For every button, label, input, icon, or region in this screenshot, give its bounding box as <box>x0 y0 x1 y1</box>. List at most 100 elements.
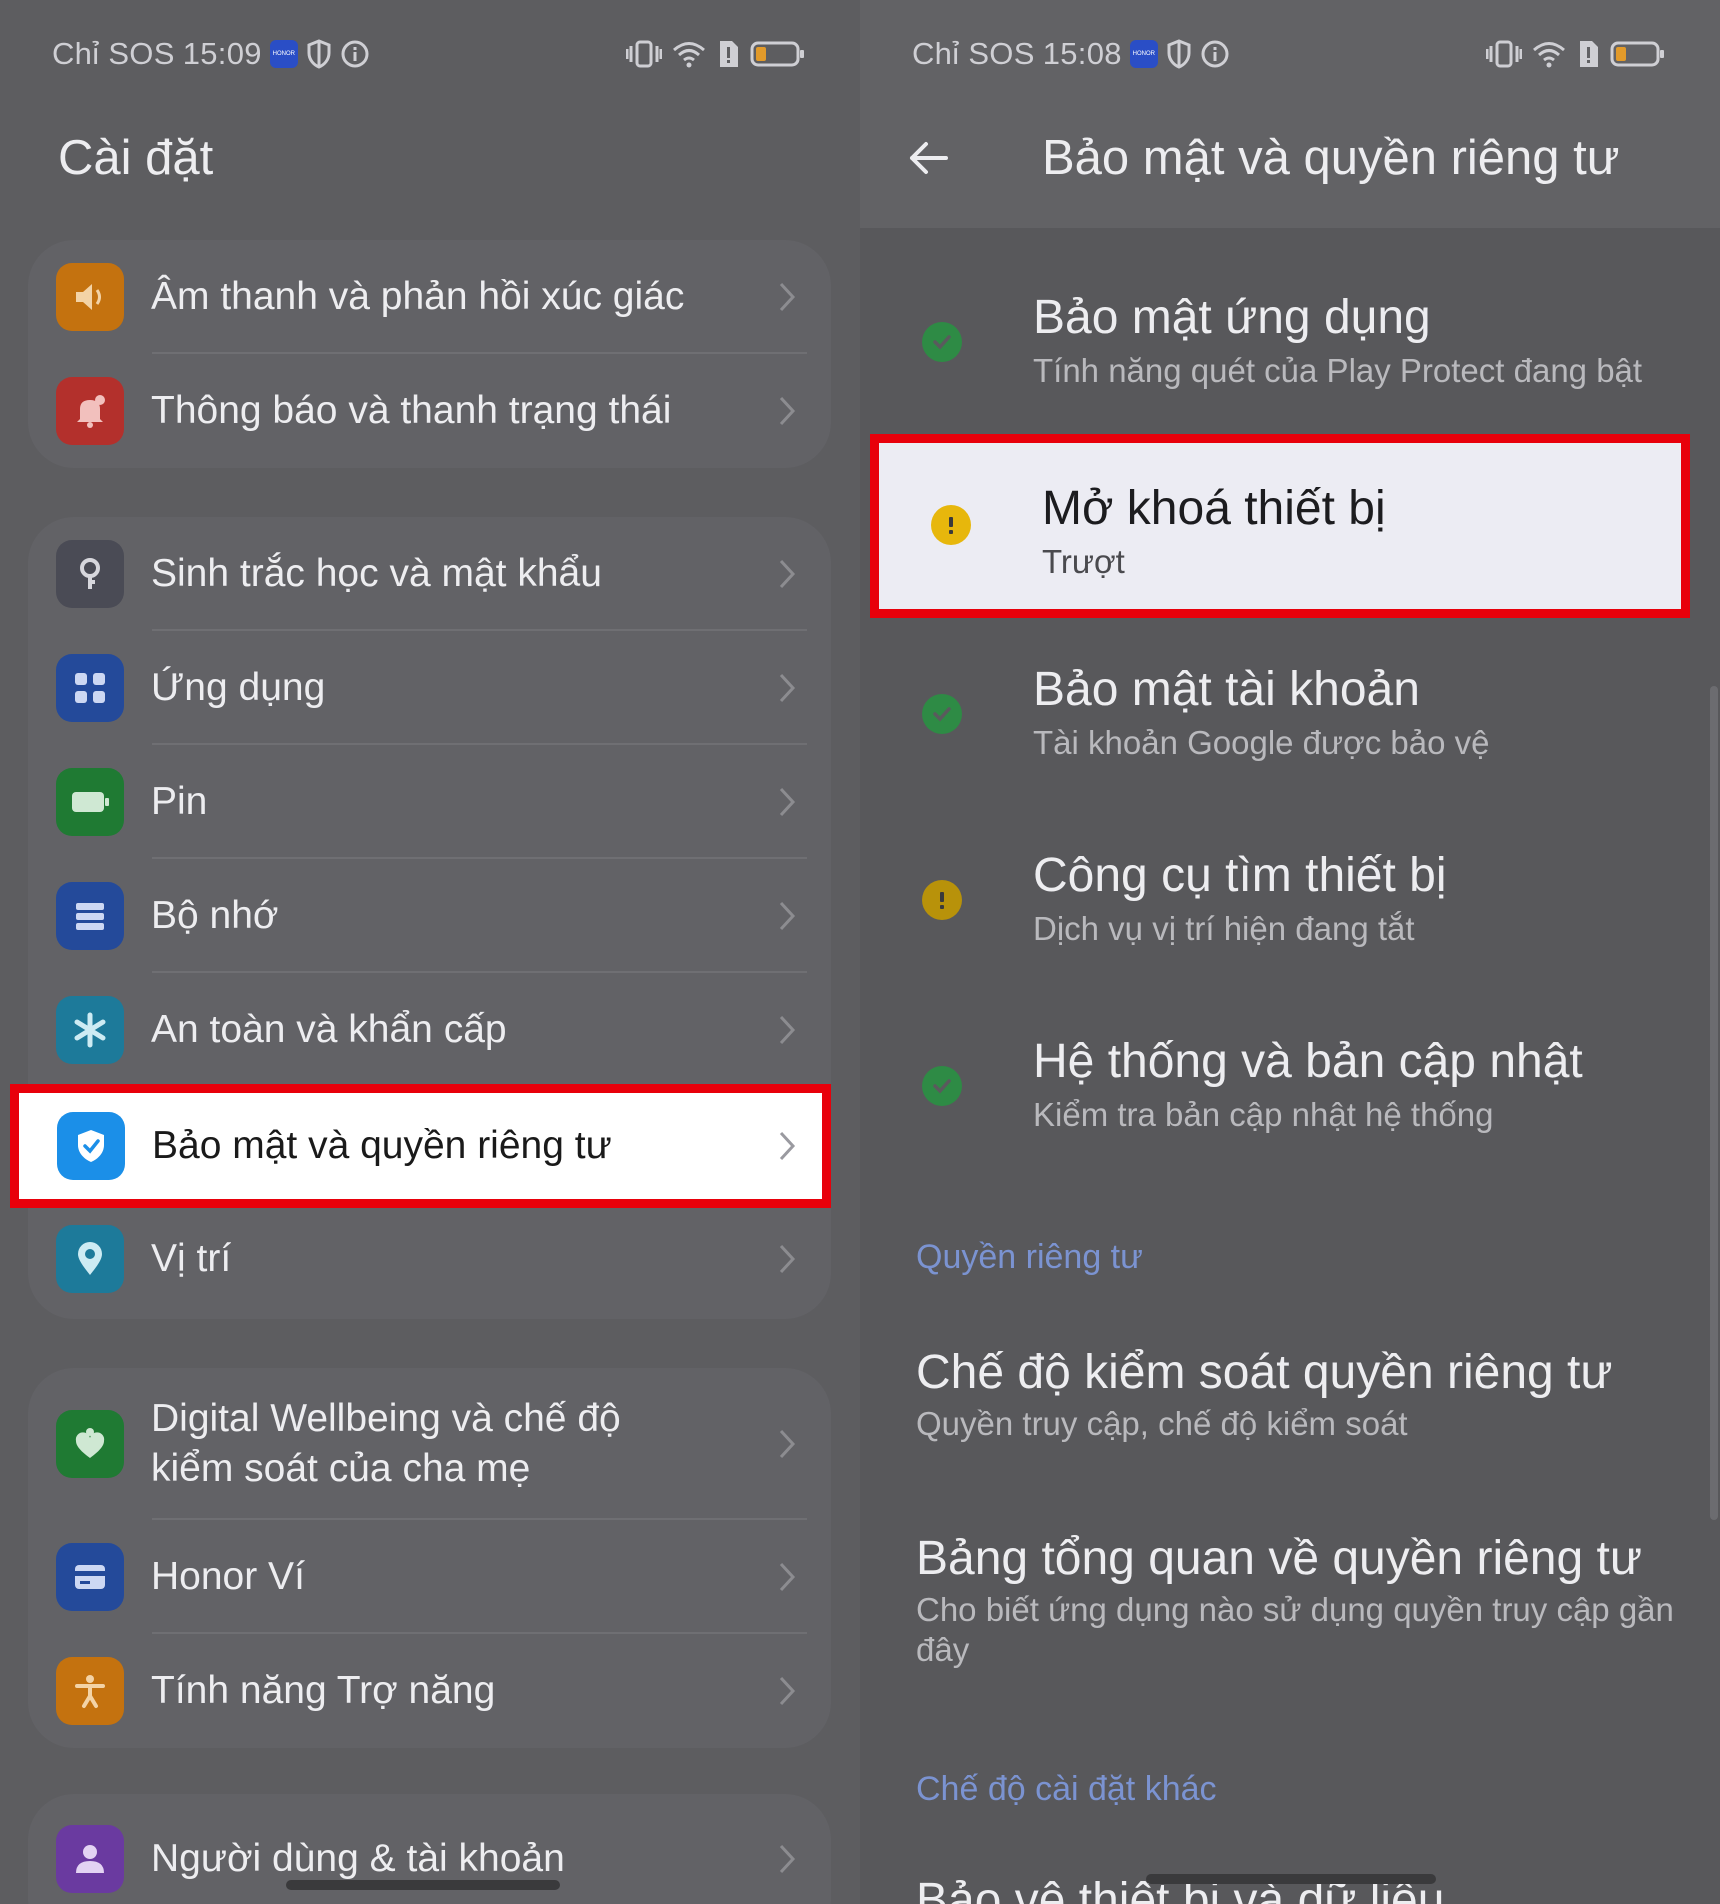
item-title: Bảo mật tài khoản <box>1033 663 1420 716</box>
chevron-right-icon <box>779 1844 796 1874</box>
clock: 15:08 <box>1042 36 1122 71</box>
security-item-account-security[interactable]: Bảo mật tài khoản Tài khoản Google được … <box>860 656 1720 786</box>
privacy-item-controls[interactable]: Chế độ kiểm soát quyền riêng tư Quyền tr… <box>916 1344 1706 1444</box>
shield-status-icon <box>306 39 332 69</box>
wifi-icon <box>672 40 706 68</box>
warning-circle-icon <box>922 880 962 920</box>
settings-item-notifications[interactable]: Thông báo và thanh trạng thái <box>28 354 831 468</box>
settings-item-label: Ứng dụng <box>151 666 326 709</box>
security-item-find-device[interactable]: Công cụ tìm thiết bị Dịch vụ vị trí hiện… <box>860 842 1720 972</box>
highlight-frame: Bảo mật và quyền riêng tư <box>10 1084 831 1208</box>
security-item-app-security[interactable]: Bảo mật ứng dụng Tính năng quét của Play… <box>860 284 1720 414</box>
info-status-icon <box>340 39 370 69</box>
apps-grid-icon <box>56 654 124 722</box>
settings-item-label: An toàn và khẩn cấp <box>151 1008 507 1051</box>
security-privacy-screen: Chỉ SOS 15:08 HONOR Bảo mật và quyền riê… <box>860 0 1720 1904</box>
settings-item-label: Pin <box>151 780 208 823</box>
item-title: Chế độ kiểm soát quyền riêng tư <box>916 1346 1613 1399</box>
settings-item-label: Sinh trắc học và mật khẩu <box>151 552 602 595</box>
bell-icon <box>56 377 124 445</box>
item-subtitle: Tính năng quét của Play Protect đang bật <box>1033 352 1643 389</box>
security-item-device-unlock[interactable]: Mở khoá thiết bị Trượt <box>869 443 1720 609</box>
settings-group-1: Âm thanh và phản hồi xúc giác Thông báo … <box>28 240 831 468</box>
security-item-system-updates[interactable]: Hệ thống và bản cập nhật Kiểm tra bản cậ… <box>860 1028 1720 1158</box>
warning-circle-icon <box>931 505 971 545</box>
chevron-right-icon <box>779 396 796 426</box>
location-pin-icon <box>56 1225 124 1293</box>
home-indicator[interactable] <box>1146 1874 1436 1884</box>
settings-item-digital-wellbeing[interactable]: Digital Wellbeing và chế độ kiểm soát củ… <box>28 1368 831 1520</box>
scrollbar[interactable] <box>1710 686 1718 1520</box>
wallet-icon <box>56 1543 124 1611</box>
chevron-right-icon <box>779 1015 796 1045</box>
accessibility-icon <box>56 1657 124 1725</box>
page-title: Cài đặt <box>58 131 214 185</box>
chevron-right-icon <box>779 282 796 312</box>
settings-item-sound[interactable]: Âm thanh và phản hồi xúc giác <box>28 240 831 354</box>
settings-item-battery[interactable]: Pin <box>28 745 831 859</box>
settings-item-honor-wallet[interactable]: Honor Ví <box>28 1520 831 1634</box>
check-circle-icon <box>922 1066 962 1106</box>
battery-low-icon <box>1610 40 1666 68</box>
sim-alert-icon <box>1576 39 1600 69</box>
back-arrow-icon[interactable] <box>906 136 950 180</box>
asterisk-icon <box>56 996 124 1064</box>
chevron-right-icon <box>779 673 796 703</box>
honor-badge-icon: HONOR <box>269 40 298 68</box>
item-subtitle: Cho biết ứng dụng nào sử dụng quyền truy… <box>916 1591 1674 1668</box>
section-header-privacy: Quyền riêng tư <box>916 1238 1143 1276</box>
status-bar: Chỉ SOS 15:08 HONOR <box>912 32 1672 76</box>
settings-item-label: Âm thanh và phản hồi xúc giác <box>151 275 685 318</box>
carrier-text: Chỉ SOS <box>52 36 175 71</box>
item-subtitle: Dịch vụ vị trí hiện đang tắt <box>1033 910 1415 947</box>
status-bar: Chỉ SOS 15:09 HONOR <box>52 32 812 76</box>
settings-screen: Chỉ SOS 15:09 HONOR Cài đặt Âm thanh và … <box>0 0 860 1904</box>
chevron-right-icon <box>779 787 796 817</box>
item-title: Mở khoá thiết bị <box>1042 482 1386 535</box>
settings-item-label: Tính năng Trợ năng <box>151 1669 496 1712</box>
chevron-right-icon <box>779 901 796 931</box>
chevron-right-icon <box>779 1429 796 1459</box>
item-title: Bảng tổng quan về quyền riêng tư <box>916 1532 1642 1585</box>
settings-item-security-privacy[interactable]: Bảo mật và quyền riêng tư <box>19 1093 822 1199</box>
highlight-frame: Mở khoá thiết bị Trượt <box>870 434 1690 618</box>
vibrate-icon <box>1486 40 1522 68</box>
sim-alert-icon <box>716 39 740 69</box>
storage-icon <box>56 882 124 950</box>
speaker-icon <box>56 263 124 331</box>
settings-item-label: Bộ nhớ <box>151 894 279 937</box>
settings-item-label: Vị trí <box>151 1237 232 1280</box>
clock: 15:09 <box>182 36 262 71</box>
settings-item-accessibility[interactable]: Tính năng Trợ năng <box>28 1634 831 1748</box>
shield-status-icon <box>1166 39 1192 69</box>
settings-item-biometrics[interactable]: Sinh trắc học và mật khẩu <box>28 517 831 631</box>
honor-badge-icon: HONOR <box>1129 40 1158 68</box>
settings-item-apps[interactable]: Ứng dụng <box>28 631 831 745</box>
shield-check-icon <box>57 1112 125 1180</box>
settings-item-label: Bảo mật và quyền riêng tư <box>152 1124 612 1167</box>
settings-item-label: Thông báo và thanh trạng thái <box>151 389 672 432</box>
chevron-right-icon <box>779 1676 796 1706</box>
battery-low-icon <box>750 40 806 68</box>
privacy-item-dashboard[interactable]: Bảng tổng quan về quyền riêng tư Cho biế… <box>916 1530 1706 1670</box>
chevron-right-icon <box>779 1244 796 1274</box>
screenshot-composite: Chỉ SOS 15:09 HONOR Cài đặt Âm thanh và … <box>0 0 1720 1904</box>
heart-person-icon <box>56 1410 124 1478</box>
settings-item-location[interactable]: Vị trí <box>28 1202 831 1316</box>
wifi-icon <box>1532 40 1566 68</box>
settings-item-label: Digital Wellbeing và chế độ kiểm soát củ… <box>151 1397 621 1490</box>
item-subtitle: Quyền truy cập, chế độ kiểm soát <box>916 1405 1408 1442</box>
settings-item-safety[interactable]: An toàn và khẩn cấp <box>28 973 831 1087</box>
item-title: Hệ thống và bản cập nhật <box>1033 1035 1583 1088</box>
item-title: Công cụ tìm thiết bị <box>1033 849 1447 902</box>
vibrate-icon <box>626 40 662 68</box>
settings-item-storage[interactable]: Bộ nhớ <box>28 859 831 973</box>
item-title: Bảo mật ứng dụng <box>1033 291 1431 344</box>
chevron-right-icon <box>779 1131 796 1161</box>
carrier-text: Chỉ SOS <box>912 36 1035 71</box>
settings-item-label: Honor Ví <box>151 1555 305 1598</box>
info-status-icon <box>1200 39 1230 69</box>
home-indicator[interactable] <box>286 1880 560 1890</box>
user-icon <box>56 1825 124 1893</box>
section-header-other-settings: Chế độ cài đặt khác <box>916 1770 1217 1808</box>
